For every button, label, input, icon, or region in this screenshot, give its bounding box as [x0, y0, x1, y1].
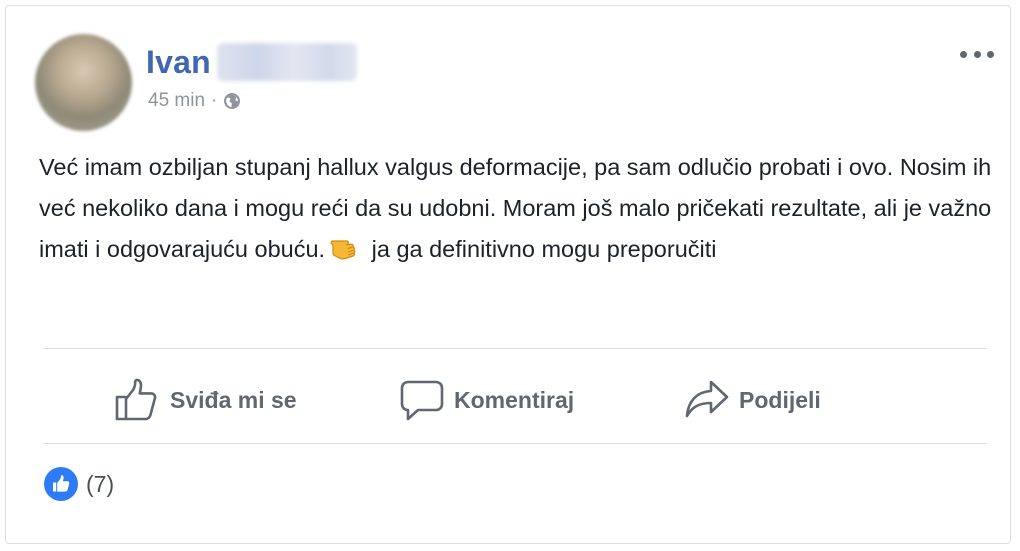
globe-icon — [223, 92, 241, 110]
comment-icon — [400, 378, 444, 422]
post-meta: 45 min · — [148, 90, 241, 112]
author-row: Ivan — [146, 42, 357, 82]
post-timestamp[interactable]: 45 min — [148, 90, 205, 112]
post-body-text-end: ja ga definitivno mogu preporučiti — [365, 236, 717, 262]
reaction-count: (7) — [86, 470, 115, 497]
avatar[interactable] — [35, 34, 132, 131]
author-name[interactable]: Ivan — [146, 44, 211, 81]
share-button[interactable]: Podijeli — [685, 376, 821, 424]
thumbs-up-icon — [114, 378, 160, 422]
post-body: Već imam ozbiljan stupanj hallux valgus … — [39, 147, 1009, 270]
more-options-icon[interactable] — [960, 46, 994, 62]
post-card: Ivan 45 min · Već imam ozbiljan stupanj … — [5, 5, 1011, 544]
like-reaction-icon — [44, 467, 78, 501]
thumbs-up-emoji-icon — [327, 231, 361, 265]
like-label: Sviđa mi se — [170, 386, 297, 413]
reactions-summary[interactable]: (7) — [44, 467, 114, 501]
share-label: Podijeli — [739, 386, 821, 413]
divider-top — [43, 348, 987, 349]
like-button[interactable]: Sviđa mi se — [114, 376, 297, 424]
meta-separator: · — [211, 90, 218, 111]
author-surname-blurred — [216, 43, 357, 81]
divider-bottom — [43, 443, 987, 444]
comment-button[interactable]: Komentiraj — [400, 376, 574, 424]
post-actions: Sviđa mi se Komentiraj Podijeli — [43, 354, 987, 448]
comment-label: Komentiraj — [454, 386, 575, 413]
share-icon — [685, 378, 729, 422]
